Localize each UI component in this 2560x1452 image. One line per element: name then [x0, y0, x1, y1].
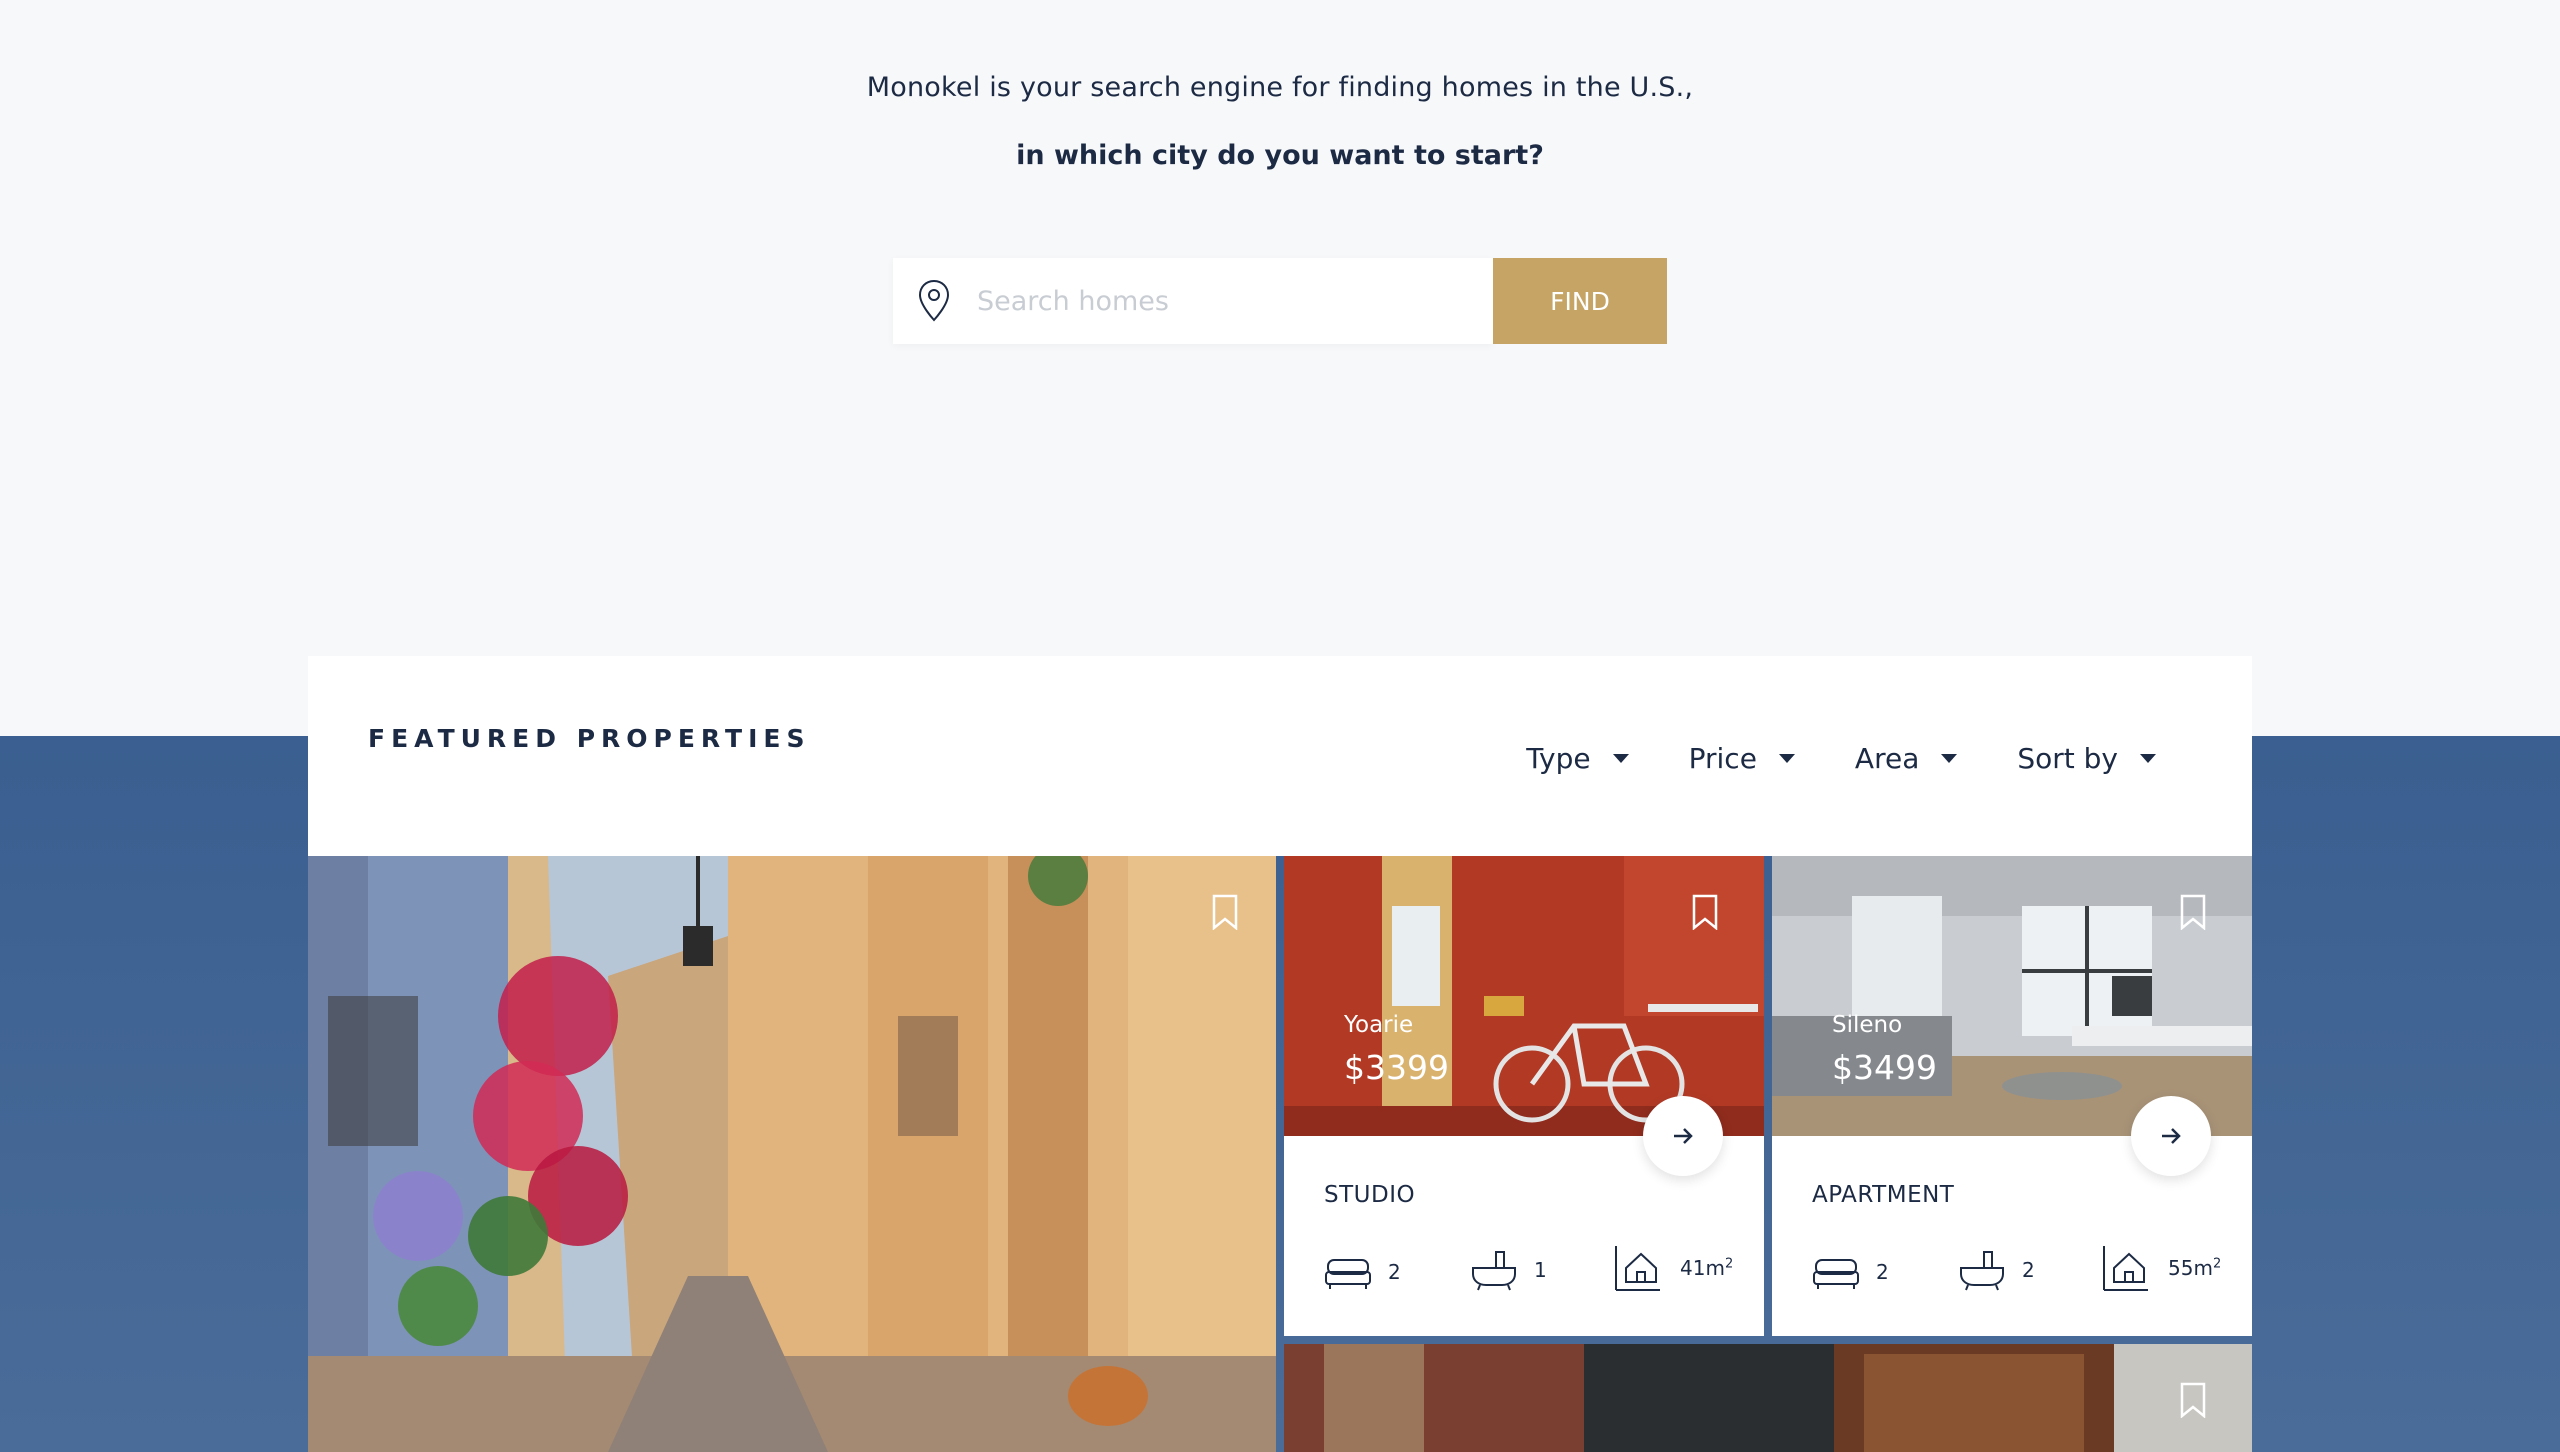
beds-feature: 2 [1812, 1252, 1889, 1292]
find-button[interactable]: FIND [1493, 258, 1667, 344]
arrow-right-icon [2162, 1128, 2181, 1144]
beds-count: 2 [1388, 1260, 1401, 1284]
filter-type-label: Type [1526, 742, 1591, 775]
property-card-image[interactable] [1284, 1344, 2252, 1452]
baths-count: 1 [1534, 1258, 1547, 1282]
baths-feature: 1 [1470, 1248, 1547, 1292]
property-price: $3399 [1344, 1048, 1449, 1087]
property-type: APARTMENT [1812, 1182, 1955, 1208]
property-price: $3499 [1832, 1048, 1937, 1087]
bed-icon [1813, 1259, 1859, 1289]
bookmark-icon[interactable] [2180, 1382, 2206, 1418]
property-name: Sileno [1832, 1012, 1903, 1038]
street-scene-image [308, 856, 1276, 1452]
filter-price-dropdown[interactable]: Price [1689, 742, 1795, 775]
beds-count: 2 [1876, 1260, 1889, 1284]
search-bar [893, 258, 1493, 344]
featured-header-panel: FEATURED PROPERTIES Type Price Area Sort… [308, 656, 2252, 856]
caret-down-icon [1612, 754, 1629, 763]
area-feature: 55m2 [2100, 1242, 2221, 1294]
bathtub-icon [1472, 1251, 1516, 1291]
filter-type-dropdown[interactable]: Type [1526, 742, 1629, 775]
filter-bar: Type Price Area Sort by [1466, 742, 2156, 775]
caret-down-icon [1778, 754, 1795, 763]
property-card-image[interactable]: Yoarie $3399 [1284, 856, 1764, 1136]
sort-by-label: Sort by [2017, 742, 2118, 775]
view-property-button[interactable] [2131, 1096, 2211, 1176]
baths-count: 2 [2022, 1258, 2035, 1282]
filter-area-label: Area [1854, 742, 1920, 775]
hero-section [0, 0, 2560, 736]
property-name: Yoarie [1344, 1012, 1414, 1038]
beds-feature: 2 [1324, 1252, 1401, 1292]
map-pin-icon [918, 279, 950, 322]
brick-shop-image [1284, 1344, 2252, 1452]
house-area-icon [1615, 1246, 1660, 1291]
bookmark-icon[interactable] [1212, 894, 1238, 930]
baths-feature: 2 [1958, 1248, 2035, 1292]
view-property-button[interactable] [1643, 1096, 1723, 1176]
bookmark-icon[interactable] [2180, 894, 2206, 930]
featured-property-photo[interactable] [308, 856, 1276, 1452]
sort-by-dropdown[interactable]: Sort by [2017, 742, 2156, 775]
caret-down-icon [1941, 754, 1958, 763]
caret-down-icon [2140, 754, 2156, 763]
search-input[interactable] [977, 285, 1457, 317]
bed-icon [1325, 1259, 1371, 1289]
area-value: 55m2 [2168, 1256, 2222, 1280]
hero-question: in which city do you want to start? [1016, 140, 1544, 171]
area-value: 41m2 [1680, 1256, 1734, 1280]
property-card-image[interactable]: Sileno $3499 [1772, 856, 2252, 1136]
bathtub-icon [1960, 1251, 2004, 1291]
hero-tagline: Monokel is your search engine for findin… [866, 72, 1694, 103]
area-feature: 41m2 [1612, 1242, 1733, 1294]
bookmark-icon[interactable] [1692, 894, 1718, 930]
house-area-icon [2103, 1246, 2148, 1291]
featured-title: FEATURED PROPERTIES [368, 724, 811, 753]
property-type: STUDIO [1324, 1182, 1416, 1208]
arrow-right-icon [1674, 1128, 1693, 1144]
filter-price-label: Price [1688, 742, 1757, 775]
filter-area-dropdown[interactable]: Area [1854, 742, 1958, 775]
